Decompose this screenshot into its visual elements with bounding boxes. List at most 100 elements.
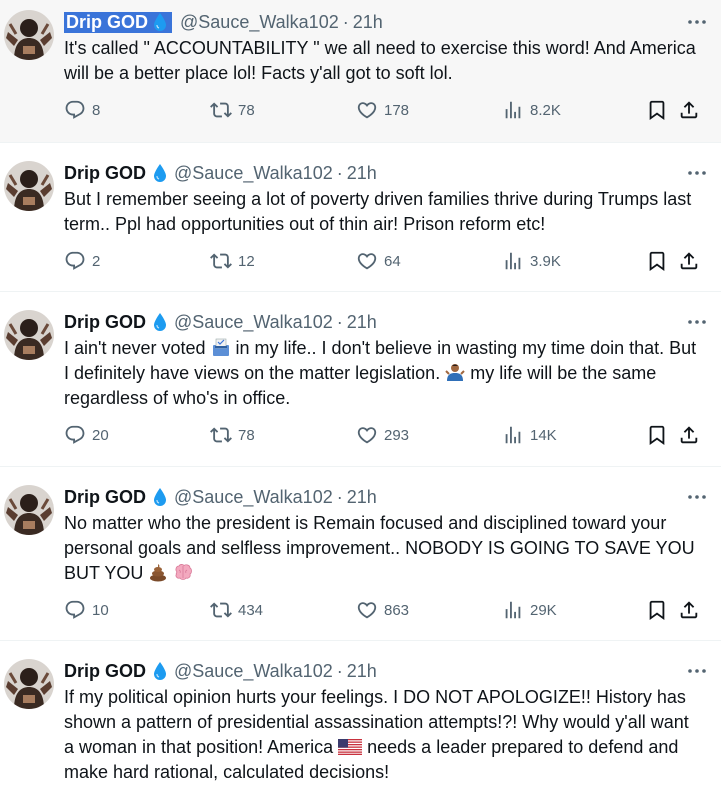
more-options-button[interactable] — [685, 663, 709, 679]
share-icon — [678, 599, 700, 621]
tweet[interactable]: Drip GOD @Sauce_Walka102 · 21h But I rem… — [0, 143, 721, 292]
more-icon — [685, 169, 709, 177]
reply-button[interactable]: 10 — [64, 599, 210, 621]
tweet-text: No matter who the president is Remain fo… — [64, 513, 695, 583]
tweet[interactable]: Drip GOD @Sauce_Walka102 · 21h If my pol… — [0, 641, 721, 792]
retweet-button[interactable]: 78 — [210, 424, 356, 446]
retweet-count: 12 — [238, 252, 255, 270]
action-bar: 10 434 863 29K — [64, 590, 707, 630]
retweet-button[interactable]: 12 — [210, 250, 356, 272]
share-icon — [678, 424, 700, 446]
share-button[interactable] — [678, 599, 700, 621]
share-button[interactable] — [678, 424, 700, 446]
more-options-button[interactable] — [685, 14, 709, 30]
retweet-count: 434 — [238, 601, 264, 619]
like-button[interactable]: 178 — [356, 99, 502, 121]
user-handle[interactable]: @Sauce_Walka102 — [174, 163, 333, 184]
display-name[interactable]: Drip GOD — [64, 163, 146, 184]
brain-emoji — [173, 562, 193, 582]
tweet[interactable]: Drip GOD @Sauce_Walka102 · 21h I ain't n… — [0, 292, 721, 467]
bookmark-icon — [646, 99, 668, 121]
water-drop-icon — [152, 163, 168, 183]
separator-dot: · — [336, 486, 343, 507]
avatar[interactable] — [4, 659, 54, 709]
retweet-icon — [210, 250, 232, 272]
views-icon — [502, 250, 524, 272]
bookmark-icon — [646, 424, 668, 446]
reply-button[interactable]: 8 — [64, 99, 210, 121]
like-button[interactable]: 293 — [356, 424, 502, 446]
user-handle[interactable]: @Sauce_Walka102 — [174, 487, 333, 508]
bookmark-icon — [646, 599, 668, 621]
share-button[interactable] — [678, 99, 700, 121]
views-button[interactable]: 29K — [502, 599, 646, 621]
views-button[interactable]: 14K — [502, 424, 646, 446]
retweet-icon — [210, 424, 232, 446]
reply-icon — [64, 424, 86, 446]
separator-dot: · — [336, 311, 343, 332]
bookmark-button[interactable] — [646, 250, 678, 272]
water-drop-icon — [152, 487, 168, 507]
bookmark-button[interactable] — [646, 599, 678, 621]
avatar[interactable] — [4, 310, 54, 360]
like-icon — [356, 599, 378, 621]
retweet-count: 78 — [238, 426, 255, 444]
person-shrugging-emoji — [445, 362, 465, 382]
bookmark-button[interactable] — [646, 424, 678, 446]
more-options-button[interactable] — [685, 314, 709, 330]
action-bar: 2 12 64 3.9K — [64, 241, 707, 281]
timestamp[interactable]: 21h — [347, 163, 377, 184]
retweet-icon — [210, 99, 232, 121]
share-icon — [678, 250, 700, 272]
like-button[interactable]: 64 — [356, 250, 502, 272]
timestamp[interactable]: 21h — [353, 12, 383, 33]
tweet[interactable]: Drip GOD @Sauce_Walka102 · 21h No matter… — [0, 467, 721, 641]
retweet-button[interactable]: 78 — [210, 99, 356, 121]
display-name[interactable]: Drip GOD — [66, 12, 148, 33]
like-count: 64 — [384, 252, 401, 270]
tweet-header: Drip GOD @Sauce_Walka102 · 21h — [64, 10, 707, 34]
separator-dot: · — [342, 11, 349, 32]
share-button[interactable] — [678, 250, 700, 272]
more-options-button[interactable] — [685, 489, 709, 505]
avatar[interactable] — [4, 10, 54, 60]
more-icon — [685, 493, 709, 501]
bookmark-button[interactable] — [646, 99, 678, 121]
water-drop-icon — [152, 312, 168, 332]
user-handle[interactable]: @Sauce_Walka102 — [180, 12, 339, 33]
like-button[interactable]: 863 — [356, 599, 502, 621]
avatar[interactable] — [4, 161, 54, 211]
reply-button[interactable]: 20 — [64, 424, 210, 446]
reply-icon — [64, 250, 86, 272]
display-name[interactable]: Drip GOD — [64, 487, 146, 508]
tweet-header: Drip GOD @Sauce_Walka102 · 21h — [64, 310, 707, 334]
tweet-header: Drip GOD @Sauce_Walka102 · 21h — [64, 485, 707, 509]
avatar[interactable] — [4, 485, 54, 535]
views-button[interactable]: 3.9K — [502, 250, 646, 272]
display-name[interactable]: Drip GOD — [64, 661, 146, 682]
more-icon — [685, 18, 709, 26]
display-name[interactable]: Drip GOD — [64, 312, 146, 333]
like-icon — [356, 424, 378, 446]
timestamp[interactable]: 21h — [347, 312, 377, 333]
retweet-button[interactable]: 434 — [210, 599, 356, 621]
us-flag-emoji — [338, 739, 362, 755]
user-handle[interactable]: @Sauce_Walka102 — [174, 661, 333, 682]
reply-button[interactable]: 2 — [64, 250, 210, 272]
tweet-feed: Drip GOD @Sauce_Walka102 · 21h It's call… — [0, 0, 721, 792]
action-bar: 20 78 293 14K — [64, 415, 707, 455]
retweet-count: 78 — [238, 101, 255, 119]
views-icon — [502, 99, 524, 121]
tweet[interactable]: Drip GOD @Sauce_Walka102 · 21h It's call… — [0, 0, 721, 143]
timestamp[interactable]: 21h — [347, 487, 377, 508]
views-icon — [502, 599, 524, 621]
views-icon — [502, 424, 524, 446]
like-icon — [356, 250, 378, 272]
more-options-button[interactable] — [685, 165, 709, 181]
timestamp[interactable]: 21h — [347, 661, 377, 682]
water-drop-icon — [152, 12, 168, 32]
views-button[interactable]: 8.2K — [502, 99, 646, 121]
name-selection: Drip GOD — [64, 11, 173, 33]
tweet-text: But I remember seeing a lot of poverty d… — [64, 189, 692, 234]
user-handle[interactable]: @Sauce_Walka102 — [174, 312, 333, 333]
